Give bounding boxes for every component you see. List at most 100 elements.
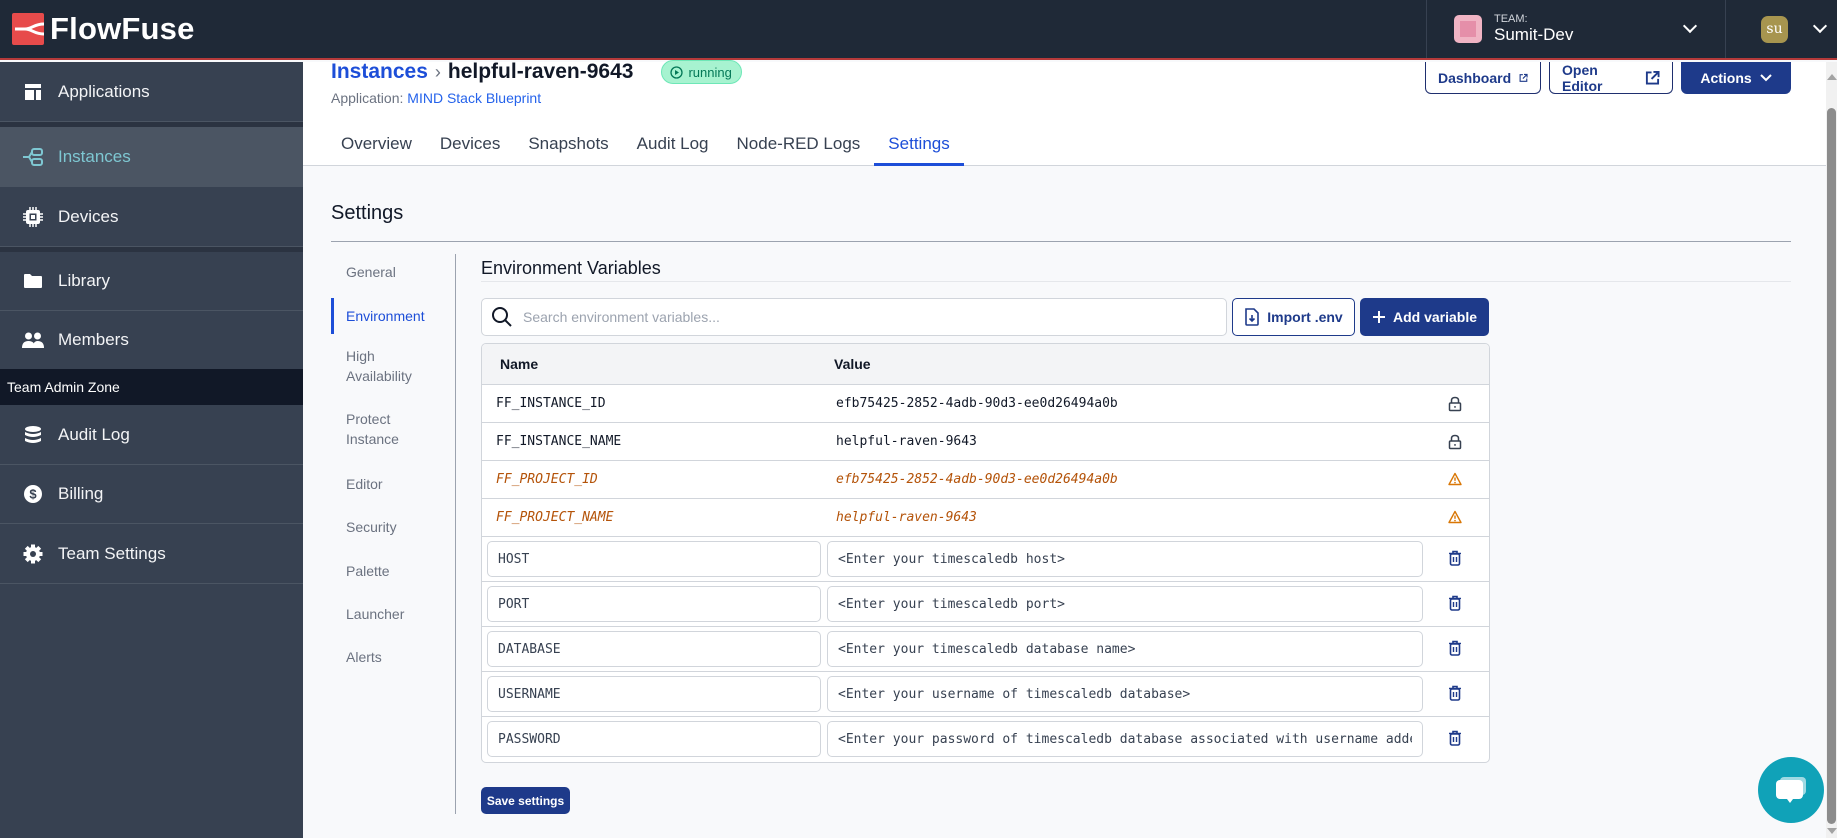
- column-header-value: Value: [834, 356, 871, 372]
- team-selector[interactable]: TEAM: Sumit-Dev: [1426, 0, 1726, 58]
- user-menu[interactable]: su: [1727, 0, 1837, 58]
- table-row: [482, 717, 1489, 762]
- subnav-launcher[interactable]: Launcher: [331, 604, 455, 624]
- table-row: [482, 627, 1489, 672]
- scroll-down-arrow-icon[interactable]: [1827, 828, 1837, 834]
- sidebar-item-devices[interactable]: Devices: [0, 187, 303, 247]
- env-value-input[interactable]: [827, 676, 1423, 712]
- dollar-icon: $: [21, 482, 45, 506]
- scroll-thumb[interactable]: [1827, 108, 1836, 824]
- subnav-general[interactable]: General: [331, 262, 455, 282]
- column-header-name: Name: [500, 356, 539, 372]
- env-name: FF_PROJECT_ID: [496, 472, 598, 487]
- trash-icon[interactable]: [1448, 730, 1462, 746]
- env-name-input[interactable]: [487, 631, 821, 667]
- sidebar-item-billing[interactable]: $ Billing: [0, 465, 303, 524]
- env-value-input[interactable]: [827, 721, 1423, 757]
- env-name: FF_PROJECT_NAME: [496, 510, 614, 525]
- tab-audit-log[interactable]: Audit Log: [623, 122, 723, 166]
- import-env-label: Import .env: [1267, 309, 1343, 325]
- subnav-alerts[interactable]: Alerts: [331, 647, 455, 667]
- external-link-icon: [1645, 70, 1660, 85]
- sidebar-item-team-settings[interactable]: Team Settings: [0, 524, 303, 584]
- table-row: [482, 537, 1489, 582]
- open-editor-button-label: Open Editor: [1562, 61, 1603, 94]
- trash-icon[interactable]: [1448, 550, 1462, 566]
- breadcrumb-separator-icon: ›: [434, 61, 441, 82]
- chevron-down-icon: [1812, 18, 1828, 34]
- application-label: Application:: [331, 90, 404, 106]
- actions-button-label: Actions: [1700, 69, 1752, 86]
- search-input[interactable]: [523, 309, 1203, 325]
- sidebar-item-audit-log[interactable]: Audit Log: [0, 405, 303, 465]
- sidebar-item-applications[interactable]: Applications: [0, 62, 303, 122]
- lock-icon: [1448, 396, 1462, 412]
- divider: [331, 241, 1791, 242]
- avatar: su: [1761, 15, 1788, 43]
- tab-settings[interactable]: Settings: [874, 122, 964, 166]
- scroll-up-arrow-icon[interactable]: [1827, 74, 1837, 80]
- trash-icon[interactable]: [1448, 685, 1462, 701]
- env-value-input[interactable]: [827, 541, 1423, 577]
- env-name-input[interactable]: [487, 721, 821, 757]
- env-name-input[interactable]: [487, 676, 821, 712]
- tab-snapshots[interactable]: Snapshots: [514, 122, 622, 166]
- sidebar-item-label: Team Settings: [58, 543, 166, 563]
- team-admin-zone-label: Team Admin Zone: [0, 369, 303, 405]
- subnav-high-availability[interactable]: High Availability: [331, 346, 431, 386]
- subnav-palette[interactable]: Palette: [331, 561, 455, 581]
- actions-button[interactable]: Actions: [1681, 62, 1791, 94]
- env-value: efb75425-2852-4adb-90d3-ee0d26494a0b: [836, 472, 1118, 487]
- search-icon: [492, 307, 512, 327]
- subnav-editor[interactable]: Editor: [331, 474, 455, 494]
- sidebar-item-label: Library: [58, 271, 110, 290]
- env-value: helpful-raven-9643: [836, 434, 977, 449]
- add-variable-label: Add variable: [1392, 309, 1478, 325]
- svg-text:$: $: [29, 487, 37, 502]
- open-editor-button[interactable]: Open Editor: [1549, 62, 1673, 94]
- tab-overview[interactable]: Overview: [327, 122, 426, 166]
- env-name-input[interactable]: [487, 541, 821, 577]
- team-avatar: [1454, 15, 1482, 43]
- subnav-environment[interactable]: Environment: [331, 298, 455, 334]
- table-row: [482, 582, 1489, 627]
- subnav-protect-instance[interactable]: Protect Instance: [331, 409, 421, 449]
- dashboard-button[interactable]: Dashboard: [1425, 62, 1541, 94]
- status-badge: running: [661, 60, 742, 84]
- sidebar-item-library[interactable]: Library: [0, 252, 303, 311]
- save-settings-button[interactable]: Save settings: [481, 787, 570, 814]
- subnav-security[interactable]: Security: [331, 517, 455, 537]
- sidebar-item-members[interactable]: Members: [0, 311, 303, 370]
- flowfuse-logo[interactable]: FlowFuse: [12, 11, 195, 47]
- env-value-input[interactable]: [827, 586, 1423, 622]
- env-value-input[interactable]: [827, 631, 1423, 667]
- users-icon: [21, 328, 45, 352]
- search-field: [481, 298, 1227, 336]
- table-row: FF_PROJECT_NAME helpful-raven-9643: [482, 499, 1489, 537]
- sidebar-item-label: Applications: [58, 81, 150, 101]
- application-link[interactable]: MIND Stack Blueprint: [407, 90, 541, 106]
- database-icon: [21, 423, 45, 447]
- chat-widget-button[interactable]: [1758, 757, 1824, 823]
- import-env-button[interactable]: Import .env: [1232, 298, 1355, 336]
- env-name: FF_INSTANCE_ID: [496, 396, 606, 411]
- dashboard-button-label: Dashboard: [1438, 69, 1512, 86]
- tab-node-red-logs[interactable]: Node-RED Logs: [723, 122, 875, 166]
- sidebar-item-instances[interactable]: Instances: [0, 127, 303, 187]
- applications-icon: [21, 80, 45, 104]
- env-name-input[interactable]: [487, 586, 821, 622]
- trash-icon[interactable]: [1448, 640, 1462, 656]
- devices-icon: [21, 205, 45, 229]
- divider: [481, 281, 1791, 282]
- trash-icon[interactable]: [1448, 595, 1462, 611]
- page-scrollbar[interactable]: [1826, 62, 1837, 838]
- add-variable-button[interactable]: Add variable: [1360, 298, 1489, 336]
- sidebar: Applications Instances Devices Library M…: [0, 62, 303, 838]
- external-link-icon: [1519, 73, 1528, 82]
- table-row: FF_INSTANCE_ID efb75425-2852-4adb-90d3-e…: [482, 385, 1489, 423]
- breadcrumb-instances-link[interactable]: Instances: [331, 60, 428, 84]
- chat-bubble-icon: [1776, 777, 1806, 803]
- env-name: FF_INSTANCE_NAME: [496, 434, 622, 449]
- tab-devices[interactable]: Devices: [426, 122, 514, 166]
- table-row: [482, 672, 1489, 717]
